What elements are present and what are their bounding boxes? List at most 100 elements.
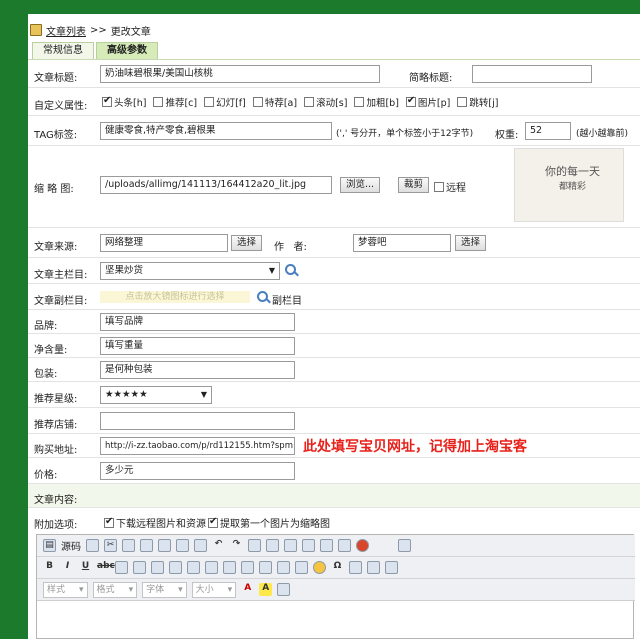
- paste-word-icon[interactable]: [176, 539, 189, 552]
- checkbox-icon[interactable]: [153, 97, 164, 107]
- paste-text-icon[interactable]: [158, 539, 171, 552]
- flash-icon[interactable]: [356, 539, 369, 552]
- price-input[interactable]: 多少元: [100, 462, 295, 480]
- indent-icon[interactable]: [169, 561, 182, 574]
- table-icon[interactable]: [277, 561, 290, 574]
- buy-url-input[interactable]: http://i-zz.taobao.com/p/rd112155.htm?sp…: [100, 437, 295, 455]
- tag-input[interactable]: 健康零食,特产零食,碧根果: [100, 122, 332, 140]
- checkbox-icon[interactable]: [252, 97, 263, 107]
- author-select-button[interactable]: 选择: [455, 235, 487, 251]
- source-button[interactable]: 源码: [61, 538, 81, 553]
- crop-button[interactable]: 裁剪: [398, 177, 430, 193]
- checkbox-icon[interactable]: [208, 516, 218, 528]
- attr-bold[interactable]: 加粗[b]: [354, 95, 399, 109]
- search-icon[interactable]: [257, 291, 268, 302]
- replace-icon[interactable]: [266, 539, 279, 552]
- search-icon[interactable]: [285, 264, 296, 275]
- undo-icon[interactable]: ↶: [212, 539, 225, 552]
- net-weight-input[interactable]: 填写重量: [100, 337, 295, 355]
- attr-picture[interactable]: 图片[p]: [405, 95, 450, 109]
- thumb-path-input[interactable]: /uploads/allimg/141113/164412a20_lit.jpg: [100, 176, 332, 194]
- align-center-icon[interactable]: [223, 561, 236, 574]
- source-icon[interactable]: ▤: [43, 539, 56, 552]
- maximize-icon[interactable]: [277, 583, 291, 596]
- text-color-icon[interactable]: A: [241, 583, 254, 596]
- checkbox-icon[interactable]: [104, 516, 114, 528]
- smiley-icon[interactable]: [313, 561, 326, 574]
- link-icon[interactable]: [349, 561, 362, 574]
- flag-icon[interactable]: [385, 561, 398, 574]
- redo-icon[interactable]: ↷: [230, 539, 243, 552]
- document-icon[interactable]: [86, 539, 99, 552]
- attr-recommend-label: 推荐[c]: [165, 98, 198, 109]
- checkbox-icon[interactable]: [434, 182, 444, 192]
- title-label: 文章标题:: [34, 73, 78, 84]
- align-left-icon[interactable]: [205, 561, 218, 574]
- cut-icon[interactable]: ✂: [104, 539, 117, 552]
- attr-recommend[interactable]: 推荐[c]: [153, 95, 197, 109]
- special-char-icon[interactable]: Ω: [331, 561, 344, 574]
- short-title-input[interactable]: [472, 65, 592, 83]
- checkbox-icon[interactable]: [405, 95, 416, 107]
- unordered-list-icon[interactable]: [133, 561, 146, 574]
- copy-icon[interactable]: [122, 539, 135, 552]
- extra-download-option[interactable]: 下载远程图片和资源: [104, 515, 206, 530]
- underline-icon[interactable]: U: [79, 561, 92, 574]
- checkbox-icon[interactable]: [204, 97, 215, 107]
- author-input[interactable]: 梦蓉吧: [353, 234, 451, 252]
- source-select-button[interactable]: 选择: [231, 235, 263, 251]
- packaging-input[interactable]: 是何种包装: [100, 361, 295, 379]
- brand-input[interactable]: 填写品牌: [100, 313, 295, 331]
- sub-column-button[interactable]: 副栏目: [272, 292, 302, 307]
- main-column-select[interactable]: 坚果炒货 ▼: [100, 262, 280, 280]
- align-justify-icon[interactable]: [259, 561, 272, 574]
- attr-special[interactable]: 特荐[a]: [252, 95, 297, 109]
- shop-input[interactable]: [100, 412, 295, 430]
- checkbox-icon[interactable]: [457, 97, 468, 107]
- font-select[interactable]: 字体 ▾: [142, 581, 187, 598]
- form-icon[interactable]: [320, 539, 333, 552]
- unlink-icon[interactable]: [367, 561, 380, 574]
- italic-icon[interactable]: I: [61, 561, 74, 574]
- print-icon[interactable]: [194, 539, 207, 552]
- sub-column-label: 文章副栏目:: [34, 296, 88, 307]
- attr-headline[interactable]: 头条[h]: [102, 95, 146, 109]
- find-icon[interactable]: [248, 539, 261, 552]
- ordered-list-icon[interactable]: [115, 561, 128, 574]
- format-select[interactable]: 格式 ▾: [92, 581, 138, 598]
- source-input[interactable]: 网络整理: [100, 234, 228, 252]
- paste-icon[interactable]: [140, 539, 153, 552]
- anchor-icon[interactable]: [398, 539, 411, 552]
- tab-general[interactable]: 常规信息: [32, 42, 94, 59]
- select-all-icon[interactable]: [284, 539, 297, 552]
- style-select[interactable]: 样式 ▾: [43, 581, 88, 598]
- bg-color-icon[interactable]: A: [259, 583, 273, 596]
- rating-select[interactable]: ★★★★★ ▼: [100, 386, 212, 404]
- horizontal-rule-icon[interactable]: [295, 561, 308, 574]
- attr-slide[interactable]: 幻灯[f]: [204, 95, 246, 109]
- checkbox-icon[interactable]: [354, 97, 365, 107]
- weight-input[interactable]: 52: [525, 122, 571, 140]
- article-list-link[interactable]: 文章列表: [46, 23, 86, 38]
- blockquote-icon[interactable]: [187, 561, 200, 574]
- tab-advanced[interactable]: 高级参数: [96, 42, 158, 59]
- buy-url-note: 此处填写宝贝网址，记得加上淘宝客: [303, 439, 527, 455]
- remove-format-icon[interactable]: [302, 539, 315, 552]
- bold-icon[interactable]: B: [43, 561, 56, 574]
- strike-icon[interactable]: abc: [97, 561, 115, 574]
- checkbox-icon[interactable]: [102, 95, 112, 107]
- thumb-label: 缩 略 图:: [34, 184, 74, 195]
- image-icon[interactable]: [338, 539, 351, 552]
- outdent-icon[interactable]: [151, 561, 164, 574]
- extra-thumb-option[interactable]: 提取第一个图片为缩略图: [208, 515, 330, 530]
- attr-scroll[interactable]: 滚动[s]: [304, 95, 347, 109]
- size-select[interactable]: 大小 ▾: [191, 581, 237, 598]
- font-select-label: 字体: [146, 584, 165, 595]
- checkbox-icon[interactable]: [304, 97, 315, 107]
- attr-bold-label: 加粗[b]: [366, 98, 399, 109]
- remote-option[interactable]: 远程: [434, 179, 466, 194]
- align-right-icon[interactable]: [241, 561, 254, 574]
- title-input[interactable]: 奶油味碧根果/美国山核桃: [100, 65, 380, 83]
- browse-button[interactable]: 浏览...: [340, 177, 381, 193]
- attr-jump[interactable]: 跳转[j]: [457, 95, 498, 109]
